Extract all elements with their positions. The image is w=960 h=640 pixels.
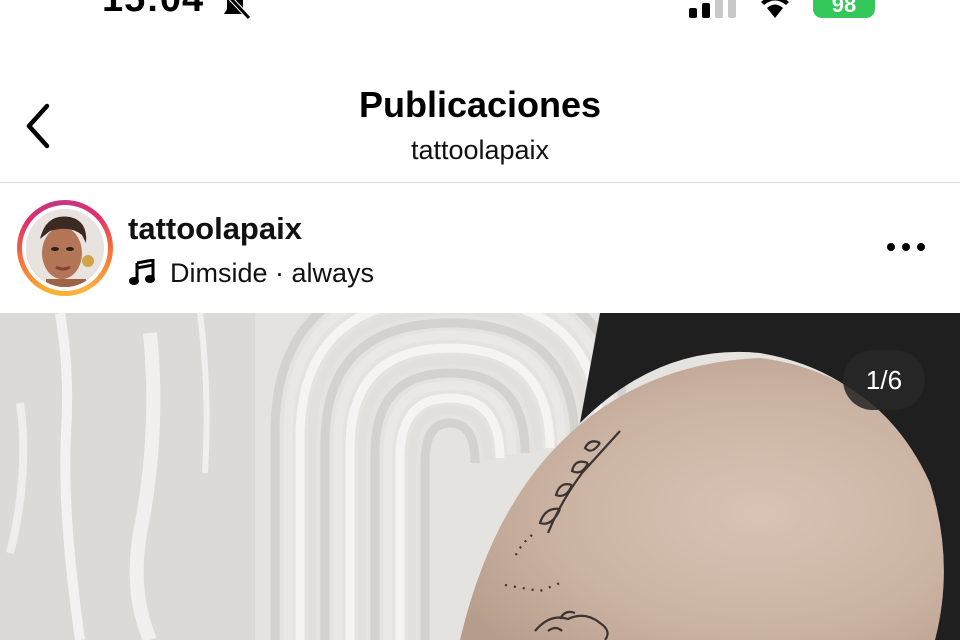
avatar[interactable]: [26, 209, 104, 287]
battery-icon: 98: [813, 0, 875, 18]
tattoo-photo: [0, 313, 960, 640]
music-label: Dimside · always: [170, 257, 375, 288]
post-photo[interactable]: 1/6: [0, 313, 960, 640]
more-options-button[interactable]: [880, 227, 932, 267]
avatar-border: [22, 205, 108, 291]
status-bar: 15:04 98: [0, 0, 960, 40]
page-counter-text: 1/6: [865, 365, 903, 395]
page-counter: 1/6: [843, 350, 925, 410]
wifi-icon: [761, 0, 789, 18]
page-subtitle: tattoolapaix: [410, 135, 550, 165]
status-time: 15:04: [102, 0, 204, 21]
ellipsis-icon: [887, 243, 925, 251]
music-note-icon: [129, 259, 155, 285]
screen: 15:04 98 Publicaciones tattoolapaix: [0, 0, 960, 640]
page-title: Publicaciones: [358, 84, 602, 125]
avatar-portrait: [26, 209, 104, 287]
header: Publicaciones tattoolapaix: [0, 78, 960, 182]
battery-level: 98: [831, 0, 857, 17]
music-link[interactable]: Dimside · always: [128, 255, 374, 291]
post-header: tattoolapaix Dimside · always: [0, 183, 960, 313]
story-ring[interactable]: [17, 200, 113, 296]
bell-slash-icon: [224, 0, 251, 20]
post-username[interactable]: tattoolapaix: [128, 211, 302, 247]
signal-icon: [689, 0, 736, 18]
